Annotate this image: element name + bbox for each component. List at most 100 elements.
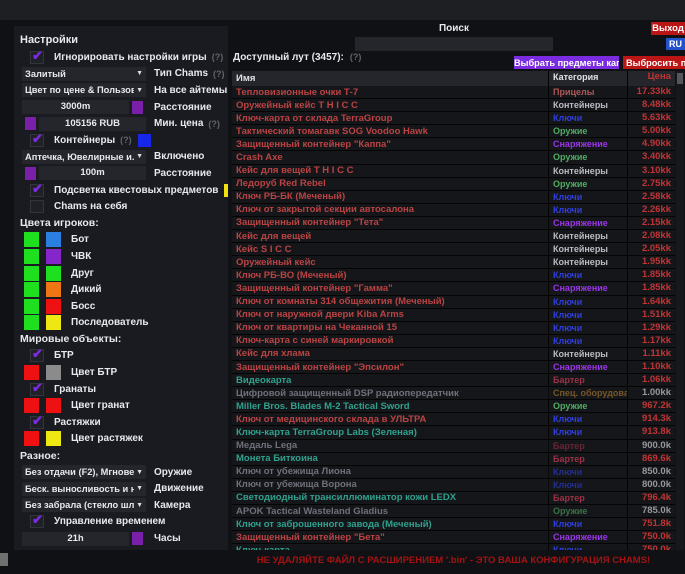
table-row[interactable]: Ключ от квартиры на Чеканной 15Ключи1.29… [232, 322, 675, 335]
column-name[interactable]: Имя [232, 73, 548, 84]
checkbox[interactable] [30, 349, 44, 362]
table-row[interactable]: Ключ от убежища ЛионаКлючи850.0k [232, 466, 675, 479]
table-row[interactable]: Защищенный контейнер "Эпсилон"Снаряжение… [232, 361, 675, 374]
table-row[interactable]: Кейс для хламаКонтейнеры1.11kk [232, 348, 675, 361]
color-swatch-secondary[interactable] [46, 365, 61, 380]
table-row[interactable]: Тактический томагавк SOG Voodoo HawkОруж… [232, 125, 675, 138]
table-row[interactable]: Ледоруб Red RebelОружие2.75kk [232, 178, 675, 191]
table-row[interactable]: Ключ РБ-БК (Меченый)Ключи2.58kk [232, 191, 675, 204]
language-button[interactable]: RU [666, 38, 685, 50]
color-swatch-primary[interactable] [24, 299, 39, 314]
color-swatch-primary[interactable] [24, 398, 39, 413]
help-icon[interactable]: (?) [120, 135, 132, 145]
table-row[interactable]: Crash AxeОружие3.40kk [232, 151, 675, 164]
table-row[interactable]: Светодиодный трансиллюминатор кожи LEDXБ… [232, 492, 675, 505]
search-input[interactable] [355, 37, 553, 51]
help-icon[interactable]: (?) [212, 52, 224, 62]
help-icon[interactable]: (?) [208, 119, 220, 129]
text-input[interactable]: 21h [22, 532, 129, 546]
sidebar-row: Аптечка, Ювелирные и...▼Включено [20, 149, 222, 166]
table-row[interactable]: Цифровой защищенный DSP радиопередатчикС… [232, 387, 675, 400]
color-swatch-secondary[interactable] [46, 431, 61, 446]
color-swatch-primary[interactable] [24, 431, 39, 446]
scrollbar-thumb[interactable] [677, 73, 683, 84]
color-swatch[interactable] [25, 117, 36, 130]
column-price[interactable]: Цена [627, 71, 675, 86]
text-input[interactable]: 100m [39, 166, 146, 180]
table-row[interactable]: Защищенный контейнер "Тета"Снаряжение2.1… [232, 217, 675, 230]
table-row[interactable]: Ключ от убежища ВоронаКлючи800.0k [232, 479, 675, 492]
text-input[interactable]: 105156 RUB [39, 117, 146, 131]
table-row[interactable]: Тепловизионные очки Т-7Прицелы17.33kk [232, 86, 675, 99]
table-row[interactable]: Защищенный контейнер "Каппа"Снаряжение4.… [232, 138, 675, 151]
color-swatch[interactable] [25, 167, 36, 180]
table-row[interactable]: APOK Tactical Wasteland GladiusОружие785… [232, 505, 675, 518]
table-row[interactable]: Ключ-карта от склада TerraGroupКлючи5.63… [232, 112, 675, 125]
section-header: Разное: [20, 450, 60, 462]
color-swatch[interactable] [224, 184, 228, 197]
table-row[interactable]: Ключ-карта с синей маркировкойКлючи1.17k… [232, 335, 675, 348]
dropdown[interactable]: Цвет по цене & Пользователь▼ [22, 83, 146, 97]
scrollbar[interactable] [676, 71, 684, 550]
color-swatch[interactable] [132, 532, 143, 545]
checkbox[interactable] [30, 200, 44, 213]
checkbox[interactable] [30, 184, 44, 197]
color-swatch-primary[interactable] [24, 315, 39, 330]
table-row[interactable]: Кейс для вещей T H I C CКонтейнеры3.10kk [232, 165, 675, 178]
sidebar-row: Мировые объекты: [20, 331, 222, 348]
table-row[interactable]: Оружейный кейс T H I C CКонтейнеры8.48kk [232, 99, 675, 112]
dropdown-value: Без забрала (стекло шлема) [25, 500, 134, 510]
table-row[interactable]: Медаль LegaБартер900.0k [232, 440, 675, 453]
color-swatch-secondary[interactable] [46, 315, 61, 330]
table-row[interactable]: Кейс S I C CКонтейнеры2.05kk [232, 243, 675, 256]
help-icon[interactable]: (?) [213, 69, 225, 79]
table-row[interactable]: Ключ-карта TerraGroup Labs (Зеленая)Ключ… [232, 426, 675, 439]
column-category[interactable]: Категория [548, 71, 627, 86]
checkbox[interactable] [30, 416, 44, 429]
table-row[interactable]: Ключ от закрытой секции автосалонаКлючи2… [232, 204, 675, 217]
checkbox[interactable] [30, 383, 44, 396]
color-swatch-primary[interactable] [24, 232, 39, 247]
sidebar-row: Цвета игроков: [20, 215, 222, 232]
color-swatch-secondary[interactable] [46, 266, 61, 281]
checkbox[interactable] [30, 51, 44, 64]
table-row[interactable]: Кейс для вещейКонтейнеры2.08kk [232, 230, 675, 243]
checkbox[interactable] [30, 515, 44, 528]
dropdown[interactable]: Без забрала (стекло шлема)▼ [22, 498, 146, 512]
color-swatch-secondary[interactable] [46, 232, 61, 247]
table-row[interactable]: Miller Bros. Blades M-2 Tactical SwordОр… [232, 400, 675, 413]
color-swatch-secondary[interactable] [46, 249, 61, 264]
color-swatch[interactable] [132, 101, 143, 114]
table-row[interactable]: Ключ от медицинского склада в УЛЬТРАКлюч… [232, 413, 675, 426]
color-swatch-secondary[interactable] [46, 398, 61, 413]
table-row[interactable]: Ключ-картаКлючи750.0k [232, 544, 675, 550]
table-row[interactable]: Монета БиткоинаБартер869.6k [232, 453, 675, 466]
help-icon[interactable]: (?) [350, 52, 362, 62]
dropdown[interactable]: Залитый▼ [22, 67, 146, 81]
color-swatch-primary[interactable] [24, 365, 39, 380]
dropdown[interactable]: Без отдачи (F2), Мгновенное п▼ [22, 465, 146, 479]
drop-items-button[interactable]: Выбросить пое [623, 56, 685, 69]
item-price: 2.75kk [627, 178, 675, 190]
color-swatch-primary[interactable] [24, 266, 39, 281]
color-swatch-secondary[interactable] [46, 299, 61, 314]
table-row[interactable]: Оружейный кейсКонтейнеры1.95kk [232, 256, 675, 269]
item-category: Контейнеры [548, 165, 627, 177]
color-swatch-primary[interactable] [24, 249, 39, 264]
color-swatch-secondary[interactable] [46, 282, 61, 297]
table-row[interactable]: Ключ РБ-ВО (Меченый)Ключи1.85kk [232, 269, 675, 282]
table-row[interactable]: Ключ от комнаты 314 общежития (Меченый)К… [232, 296, 675, 309]
table-row[interactable]: ВидеокартаБартер1.06kk [232, 374, 675, 387]
text-input[interactable]: 3000m [22, 100, 129, 114]
color-swatch[interactable] [138, 134, 151, 147]
select-kappa-items-button[interactable]: Выбрать предметы каппа [514, 56, 619, 69]
exit-button[interactable]: Выход [651, 22, 685, 35]
checkbox[interactable] [30, 134, 44, 147]
table-row[interactable]: Ключ от наружной двери Kiba ArmsКлючи1.5… [232, 309, 675, 322]
table-row[interactable]: Защищенный контейнер "Бета"Снаряжение750… [232, 531, 675, 544]
color-swatch-primary[interactable] [24, 282, 39, 297]
dropdown[interactable]: Беск. выносливость и нет уста▼ [22, 482, 146, 496]
table-row[interactable]: Ключ от заброшенного завода (Меченый)Клю… [232, 518, 675, 531]
table-row[interactable]: Защищенный контейнер "Гамма"Снаряжение1.… [232, 282, 675, 295]
dropdown[interactable]: Аптечка, Ювелирные и...▼ [22, 150, 146, 164]
